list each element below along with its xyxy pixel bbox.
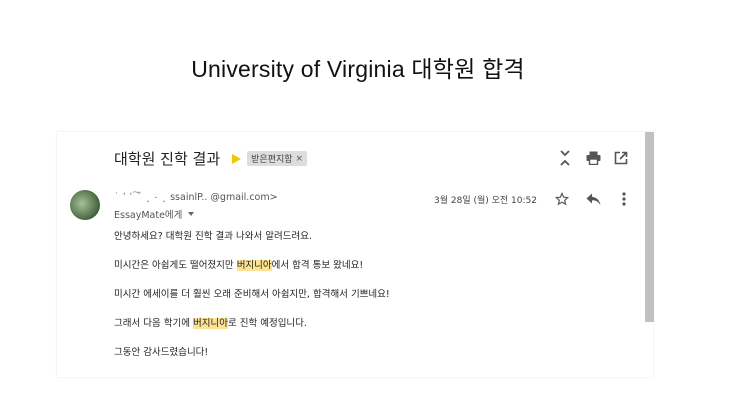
body-text: 그래서 다음 학기에 bbox=[114, 318, 193, 329]
email-date: 3월 28일 (월) 오전 10:52 bbox=[434, 196, 537, 206]
sender-email: ssainlP.. @gmail.com> bbox=[170, 192, 278, 203]
slide-title: University of Virginia 대학원 합격 bbox=[191, 56, 525, 82]
sender-line[interactable]: ˙ ʼ ʿ ͠˘ ¸ ˗ ¸ ssainlP.. @gmail.com> bbox=[114, 192, 278, 203]
body-line: 미시간은 아쉽게도 떨어졌지만 버지니아에서 합격 통보 왔네요! bbox=[114, 259, 390, 273]
collapse-all-icon[interactable] bbox=[557, 150, 573, 166]
scrollbar[interactable] bbox=[645, 132, 654, 322]
email-body: 안녕하세요? 대학원 진학 결과 나와서 알려드려요. 미시간은 아쉽게도 떨어… bbox=[114, 230, 390, 360]
reply-icon[interactable] bbox=[585, 191, 601, 207]
body-text: 안녕하세요? 대학원 진학 결과 나와서 알려드려요. bbox=[114, 231, 312, 242]
avatar[interactable] bbox=[70, 190, 100, 220]
body-text: 미시간은 아쉽게도 떨어졌지만 bbox=[114, 260, 237, 271]
more-vert-icon[interactable] bbox=[616, 191, 632, 207]
inbox-label-chip[interactable]: 받은편지함 × bbox=[247, 151, 308, 166]
open-in-new-window-icon[interactable] bbox=[613, 150, 629, 166]
star-icon[interactable] bbox=[554, 191, 570, 207]
subject-row: 대학원 진학 결과 받은편지함 × bbox=[114, 148, 308, 169]
chevron-down-icon[interactable] bbox=[188, 212, 195, 216]
email-panel: 대학원 진학 결과 받은편지함 × ˙ ʼ ʿ ͠˘ ¸ ˗ ¸ ssainlP… bbox=[57, 132, 653, 377]
highlighted-text: 버지니아 bbox=[192, 318, 228, 329]
sender-name-masked: ˙ ʼ ʿ ͠˘ ¸ ˗ ¸ bbox=[114, 192, 171, 203]
remove-label-icon[interactable]: × bbox=[296, 154, 304, 164]
highlighted-text: 버지니아 bbox=[236, 260, 272, 271]
print-icon[interactable] bbox=[585, 150, 601, 166]
body-line: 그동안 감사드렸습니다! bbox=[114, 346, 390, 360]
recipient: EssayMate에게 bbox=[114, 210, 183, 221]
recipient-line[interactable]: EssayMate에게 bbox=[114, 207, 195, 221]
body-text: 에서 합격 통보 왔네요! bbox=[271, 260, 364, 271]
body-line: 미시간 에세이를 더 훨씬 오래 준비해서 아쉽지만, 합격해서 기쁘네요! bbox=[114, 288, 390, 302]
body-text: 로 진학 예정입니다. bbox=[227, 318, 307, 329]
inbox-label: 받은편지함 bbox=[251, 155, 293, 165]
body-line: 그래서 다음 학기에 버지니아로 진학 예정입니다. bbox=[114, 317, 390, 331]
body-line: 안녕하세요? 대학원 진학 결과 나와서 알려드려요. bbox=[114, 230, 390, 244]
message-actions bbox=[554, 191, 632, 207]
body-text: 미시간 에세이를 더 훨씬 오래 준비해서 아쉽지만, 합격해서 기쁘네요! bbox=[114, 289, 390, 300]
email-subject: 대학원 진학 결과 bbox=[114, 150, 221, 168]
body-text: 그동안 감사드렸습니다! bbox=[114, 347, 209, 358]
important-marker-icon[interactable] bbox=[228, 153, 242, 164]
thread-toolbar bbox=[557, 150, 629, 166]
